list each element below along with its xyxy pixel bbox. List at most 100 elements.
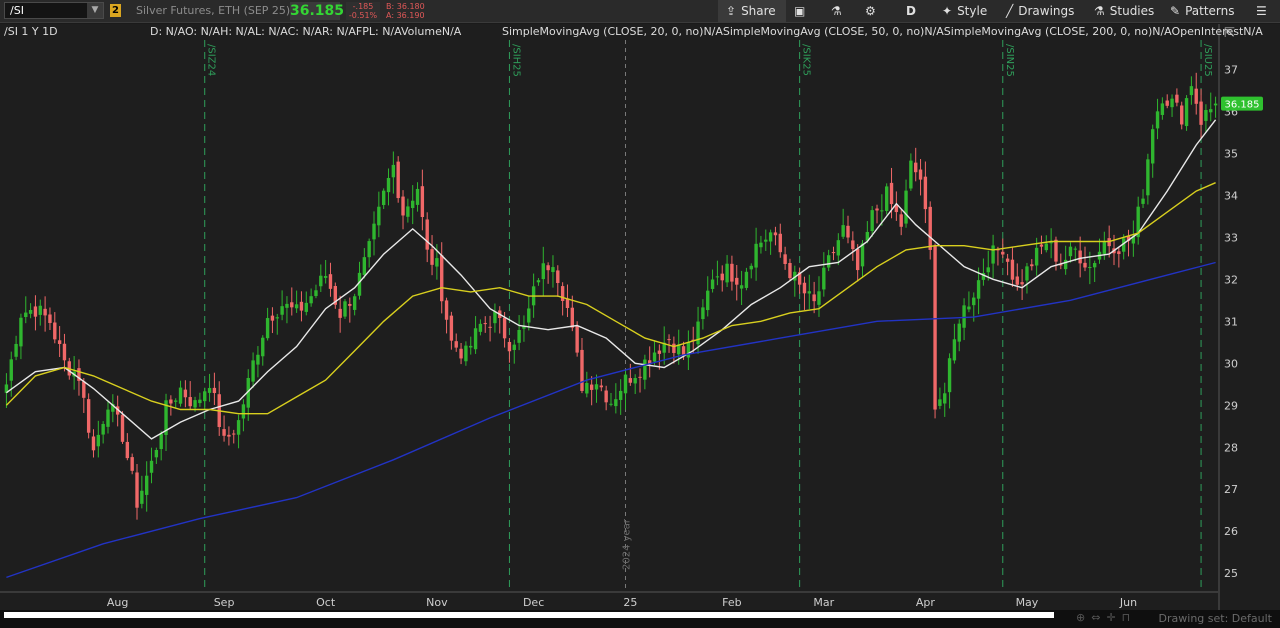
style-icon: ✦ xyxy=(942,4,953,18)
candle-body xyxy=(517,329,521,343)
candle-body xyxy=(923,176,928,210)
candle-body xyxy=(556,270,560,284)
candle-body xyxy=(618,390,623,400)
candle-body xyxy=(203,391,207,402)
chart-background xyxy=(0,24,1280,610)
chart-area[interactable]: 25 26 27 28 29 30 31 32 33 34 35 36 37 Aug Sep Oct Nov De… xyxy=(0,24,1280,610)
candle-body xyxy=(319,275,323,287)
candle-body xyxy=(604,390,608,403)
candle-body xyxy=(24,312,28,317)
share-icon: ⇪ xyxy=(726,4,737,18)
candle-body xyxy=(140,490,144,504)
candle-body xyxy=(812,294,816,302)
candle-body xyxy=(236,420,241,435)
candle-body xyxy=(725,263,729,283)
candle-body xyxy=(304,302,308,312)
candle-body xyxy=(957,323,961,342)
candle-body xyxy=(560,286,565,301)
candle-body xyxy=(377,206,381,226)
x-tick-label: 25 xyxy=(623,596,637,609)
candle-body xyxy=(285,303,289,308)
y-tick-label: 33 xyxy=(1224,231,1238,244)
candle-body xyxy=(706,290,710,311)
candle-body xyxy=(406,206,410,217)
candle-body xyxy=(1068,246,1073,257)
candle-body xyxy=(933,245,937,410)
candle-body xyxy=(962,305,966,328)
collapse-icon[interactable]: ⇱ xyxy=(1224,26,1235,41)
candle-body xyxy=(193,400,197,408)
candle-body xyxy=(1160,103,1165,115)
candle-body xyxy=(144,475,149,495)
gear-icon[interactable]: ⚙ xyxy=(865,0,876,22)
candle-body xyxy=(1015,276,1019,285)
candle-body xyxy=(976,280,981,299)
candle-body xyxy=(183,389,188,398)
expiry-marker-label: /SIK25 xyxy=(801,44,812,76)
x-tick-label: Oct xyxy=(316,596,336,609)
candle-body xyxy=(1030,264,1034,267)
candle-body xyxy=(875,208,879,211)
candle-body xyxy=(914,162,918,173)
candle-body xyxy=(86,399,91,433)
candle-body xyxy=(391,164,396,178)
candle-body xyxy=(589,384,594,390)
net-change-box: -.185 -0.51% xyxy=(346,2,380,20)
zoom-icon[interactable]: ⊕ xyxy=(1076,611,1091,624)
candle-body xyxy=(1194,88,1198,104)
candle-body xyxy=(1184,98,1189,127)
link-group-badge[interactable]: 2 xyxy=(110,4,121,17)
flask-icon[interactable]: ⚗ xyxy=(831,0,842,22)
patterns-button[interactable]: ✎ Patterns xyxy=(1170,0,1235,22)
studies-button[interactable]: ⚗ Studies xyxy=(1094,0,1154,22)
ask-price: A: 36.190 xyxy=(386,11,425,20)
candle-body xyxy=(227,434,231,437)
candle-body xyxy=(328,274,333,289)
ohlc-label: D: N/AO: N/AH: N/AL: N/AC: N/AR: N/AFPL:… xyxy=(150,25,462,38)
candle-body xyxy=(536,280,541,283)
candle-body xyxy=(440,255,444,302)
x-tick-label: Nov xyxy=(426,596,448,609)
candle-body xyxy=(1117,251,1121,255)
y-tick-label: 32 xyxy=(1224,273,1238,286)
magnet-icon[interactable]: ⊓ xyxy=(1122,611,1137,624)
crosshair-icon[interactable]: ✛ xyxy=(1106,611,1121,624)
candle-body xyxy=(938,399,942,406)
bid-price: B: 36.180 xyxy=(386,2,425,11)
pan-icon[interactable]: ⇔ xyxy=(1091,611,1106,624)
candle-body xyxy=(1088,267,1092,269)
aggregation-button[interactable]: D xyxy=(906,0,916,22)
candle-body xyxy=(783,254,787,265)
y-tick-label: 37 xyxy=(1224,63,1238,76)
price-chart[interactable]: 25262728293031323334353637Aug Sep Oct Nov De… xyxy=(0,24,1280,610)
candle-body xyxy=(488,326,492,328)
candle-body xyxy=(701,307,705,320)
chevron-down-icon[interactable]: ▼ xyxy=(87,3,103,18)
candle-body xyxy=(735,277,739,285)
candle-body xyxy=(1039,244,1044,247)
candle-body xyxy=(1141,198,1145,204)
candle-body xyxy=(270,315,275,321)
candle-body xyxy=(1063,259,1068,270)
expiry-marker-label: /SIU25 xyxy=(1202,44,1213,77)
time-scrollbar[interactable] xyxy=(4,612,1054,618)
candle-body xyxy=(1044,243,1048,251)
candle-body xyxy=(502,317,507,339)
symbol-input[interactable]: /SI ▼ xyxy=(4,2,104,19)
menu-icon[interactable]: ☰ xyxy=(1256,0,1267,22)
candle-body xyxy=(889,182,894,205)
candle-body xyxy=(1155,111,1160,129)
compare-icon[interactable]: ▣ xyxy=(794,0,805,22)
instrument-description: Silver Futures, ETH (SEP 25) xyxy=(136,4,291,17)
candle-body xyxy=(120,414,125,442)
candle-body xyxy=(275,317,279,319)
candle-body xyxy=(991,245,995,264)
candle-body xyxy=(638,376,642,378)
candle-body xyxy=(91,436,96,451)
candle-body xyxy=(309,296,313,304)
candle-body xyxy=(1034,247,1039,266)
drawings-button[interactable]: ╱ Drawings xyxy=(1006,0,1074,22)
style-button[interactable]: ✦ Style xyxy=(942,0,987,22)
candle-body xyxy=(57,340,62,344)
share-button[interactable]: ⇪ Share xyxy=(718,0,786,22)
